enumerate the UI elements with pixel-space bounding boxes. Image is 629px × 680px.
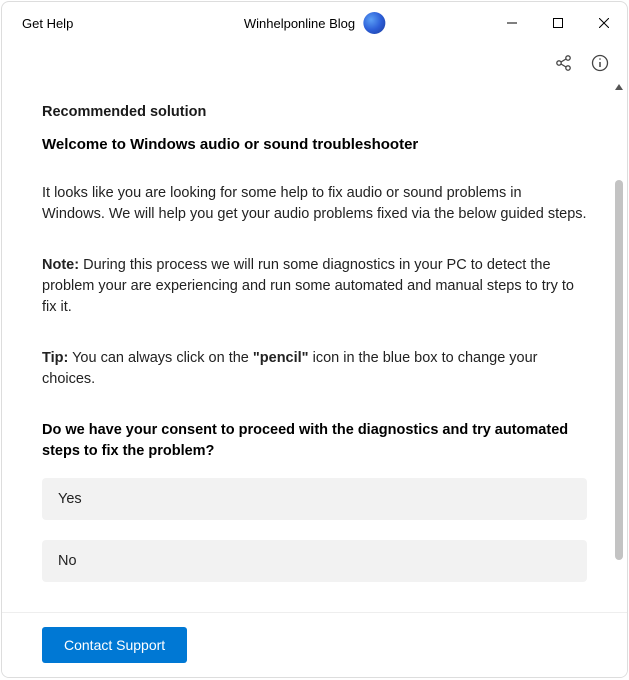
close-button[interactable] bbox=[581, 7, 627, 39]
note-label: Note: bbox=[42, 257, 79, 273]
contact-support-button[interactable]: Contact Support bbox=[42, 627, 187, 663]
tip-label: Tip: bbox=[42, 350, 68, 366]
title-center: Winhelponline Blog bbox=[244, 12, 385, 34]
note-text: During this process we will run some dia… bbox=[42, 257, 574, 315]
consent-question: Do we have your consent to proceed with … bbox=[42, 420, 587, 462]
option-yes-button[interactable]: Yes bbox=[42, 478, 587, 520]
share-icon[interactable] bbox=[555, 54, 573, 72]
scrollbar[interactable] bbox=[614, 82, 624, 620]
footer: Contact Support bbox=[2, 612, 627, 677]
tip-bold: "pencil" bbox=[253, 350, 309, 366]
titlebar: Get Help Winhelponline Blog bbox=[2, 2, 627, 44]
app-name: Get Help bbox=[22, 16, 73, 31]
info-icon[interactable] bbox=[591, 54, 609, 72]
tip-pre: You can always click on the bbox=[68, 350, 253, 366]
scroll-thumb[interactable] bbox=[615, 180, 623, 560]
toolbar bbox=[2, 44, 627, 82]
option-no-button[interactable]: No bbox=[42, 540, 587, 582]
note-paragraph: Note: During this process we will run so… bbox=[42, 255, 587, 318]
page-heading: Welcome to Windows audio or sound troubl… bbox=[42, 136, 587, 153]
globe-icon bbox=[363, 12, 385, 34]
scroll-up-arrow-icon[interactable] bbox=[614, 82, 624, 92]
blog-title: Winhelponline Blog bbox=[244, 16, 355, 31]
intro-paragraph: It looks like you are looking for some h… bbox=[42, 183, 587, 225]
window-controls bbox=[489, 7, 627, 39]
content-area: Recommended solution Welcome to Windows … bbox=[2, 82, 627, 620]
tip-paragraph: Tip: You can always click on the "pencil… bbox=[42, 348, 587, 390]
minimize-button[interactable] bbox=[489, 7, 535, 39]
section-label: Recommended solution bbox=[42, 104, 587, 120]
maximize-button[interactable] bbox=[535, 7, 581, 39]
